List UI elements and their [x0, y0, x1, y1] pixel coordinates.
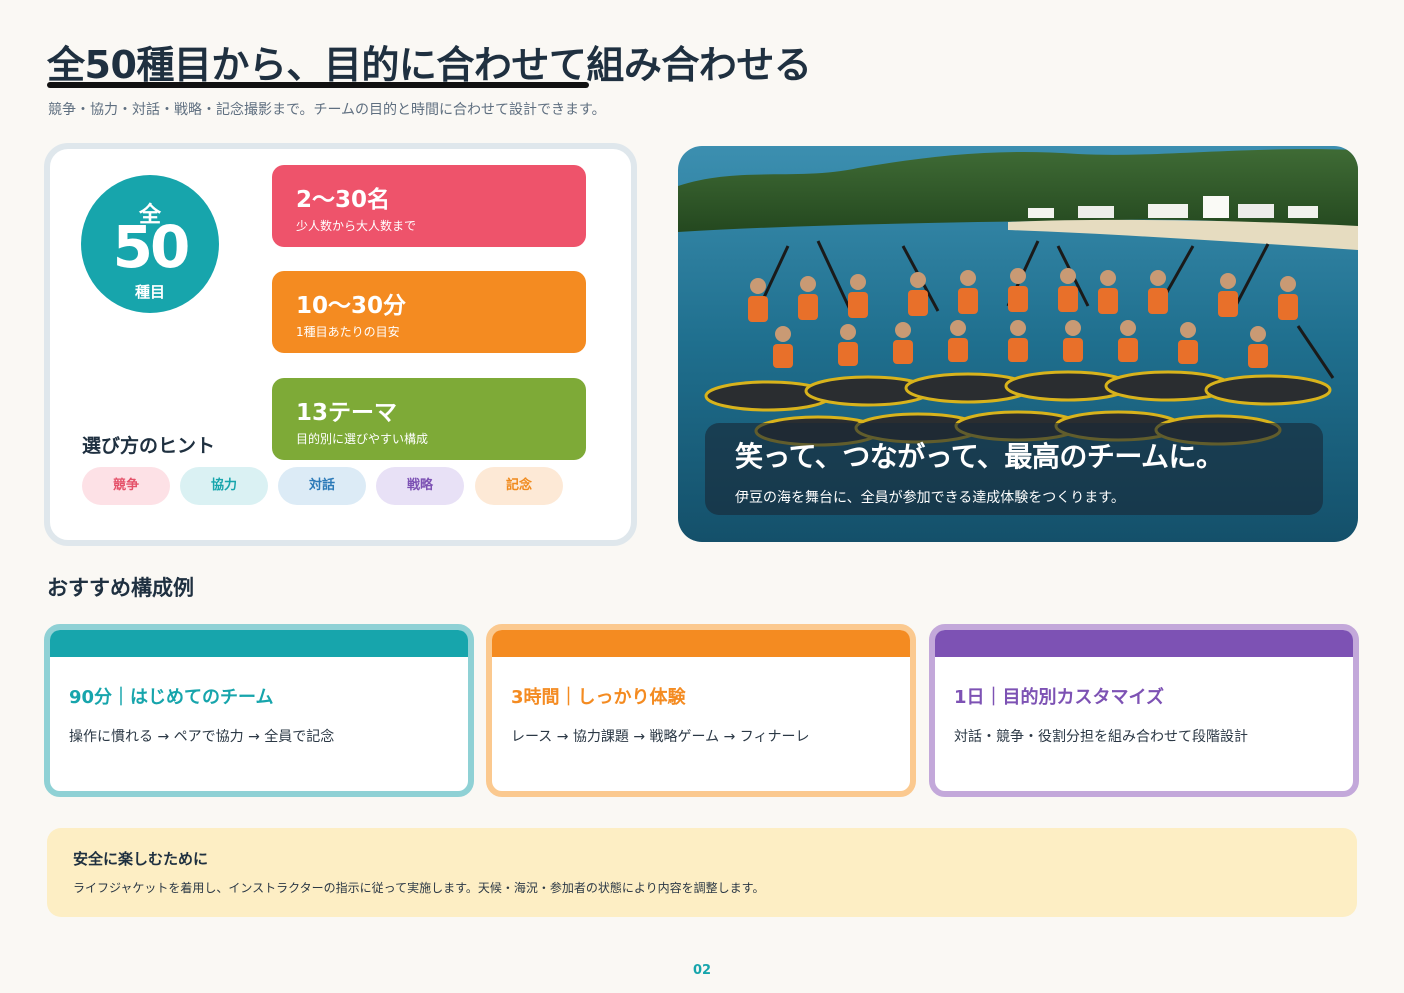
safety-title: 安全に楽しむために — [73, 850, 209, 868]
stat-participants: 2〜30名 少人数から大人数まで — [272, 165, 586, 247]
stat-note: 1種目あたりの目安 — [296, 325, 400, 339]
safety-notice: 安全に楽しむために ライフジャケットを着用し、インストラクターの指示に従って実施… — [47, 828, 1357, 917]
plan-color-bar — [50, 630, 468, 657]
tag-dialogue: 対話 — [278, 467, 366, 505]
plan-color-bar — [935, 630, 1353, 657]
tag-competition: 競争 — [82, 467, 170, 505]
plan-card-90min: 90分｜はじめてのチーム 操作に慣れる → ペアで協力 → 全員で記念 — [44, 624, 474, 797]
tag-strategy: 戦略 — [376, 467, 464, 505]
plan-title: 90分｜はじめてのチーム — [69, 687, 274, 708]
event-count-badge: 全 50 種目 — [81, 175, 219, 313]
stat-value: 10〜30分 — [296, 293, 407, 319]
page-subtitle: 競争・協力・対話・戦略・記念撮影まで。チームの目的と時間に合わせて設計できます。 — [48, 102, 606, 118]
stat-value: 13テーマ — [296, 400, 398, 426]
plan-title: 1日｜目的別カスタマイズ — [954, 687, 1164, 708]
stat-note: 目的別に選びやすい構成 — [296, 432, 429, 446]
stat-duration: 10〜30分 1種目あたりの目安 — [272, 271, 586, 353]
plan-card-1day: 1日｜目的別カスタマイズ 対話・競争・役割分担を組み合わせて段階設計 — [929, 624, 1359, 797]
plan-description: 対話・競争・役割分担を組み合わせて段階設計 — [954, 729, 1248, 745]
recommended-plans-title: おすすめ構成例 — [47, 576, 194, 600]
team-sup-photo: 笑って、つながって、最高のチームに。 伊豆の海を舞台に、全員が参加できる達成体験… — [678, 146, 1358, 542]
tag-memorial: 記念 — [475, 467, 563, 505]
plan-card-3hours: 3時間｜しっかり体験 レース → 協力課題 → 戦略ゲーム → フィナーレ — [486, 624, 916, 797]
badge-suffix: 種目 — [134, 283, 165, 301]
stat-note: 少人数から大人数まで — [296, 219, 417, 233]
plan-description: 操作に慣れる → ペアで協力 → 全員で記念 — [69, 729, 335, 745]
stat-value: 2〜30名 — [296, 187, 391, 213]
photo-subcaption: 伊豆の海を舞台に、全員が参加できる達成体験をつくります。 — [735, 490, 1125, 506]
page-number: 02 — [692, 963, 712, 978]
plan-color-bar — [492, 630, 910, 657]
photo-headline: 笑って、つながって、最高のチームに。 — [735, 440, 1224, 473]
plan-title: 3時間｜しっかり体験 — [511, 687, 686, 708]
summary-card: 全 50 種目 2〜30名 少人数から大人数まで 10〜30分 1種目あたりの目… — [44, 143, 637, 546]
photo-caption: 笑って、つながって、最高のチームに。 伊豆の海を舞台に、全員が参加できる達成体験… — [705, 423, 1323, 515]
stat-themes: 13テーマ 目的別に選びやすい構成 — [272, 378, 586, 460]
badge-number: 50 — [112, 213, 191, 281]
title-underline — [47, 82, 589, 88]
hints-title: 選び方のヒント — [82, 435, 216, 457]
safety-body: ライフジャケットを着用し、インストラクターの指示に従って実施します。天候・海況・… — [73, 881, 765, 895]
plan-description: レース → 協力課題 → 戦略ゲーム → フィナーレ — [511, 729, 810, 745]
tag-cooperation: 協力 — [180, 467, 268, 505]
page-title: 全50種目から、目的に合わせて組み合わせる — [47, 43, 812, 87]
